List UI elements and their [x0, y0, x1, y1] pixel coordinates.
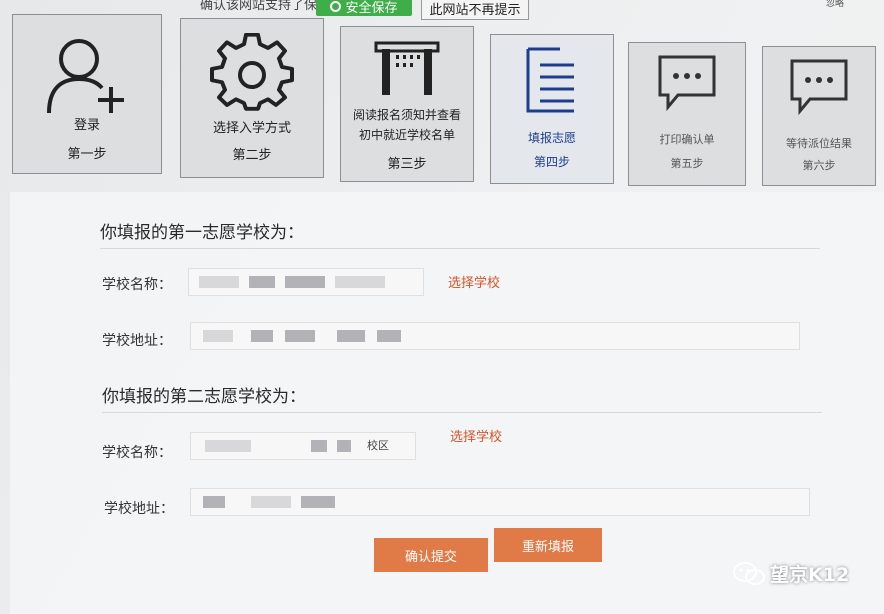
document-list-icon: [526, 47, 574, 113]
safe-save-button[interactable]: 安全保存: [316, 0, 412, 16]
second-select-school-link[interactable]: 选择学校: [450, 426, 502, 445]
refill-button[interactable]: 重新填报: [494, 528, 602, 562]
redacted-text: [337, 440, 351, 452]
second-choice-title: 你填报的第二志愿学校为：: [102, 387, 306, 407]
redacted-text: [311, 440, 327, 452]
building-icon: [374, 41, 440, 95]
step-choose-method[interactable]: 选择入学方式 第二步: [180, 18, 324, 178]
key-icon: [330, 0, 342, 12]
divider: [100, 248, 820, 249]
choice-form: 你填报的第一志愿学校为： 学校名称： 选择学校 学校地址： 你填报的第二志愿学校…: [10, 192, 884, 614]
redacted-text: [199, 276, 239, 288]
step-read-notice[interactable]: 阅读报名须知并查看 初中就近学校名单 第三步: [340, 26, 474, 182]
redacted-text: [251, 496, 291, 508]
second-school-name-label: 学校名称：: [102, 445, 172, 461]
step-wait-result[interactable]: 等待派位结果 第六步: [762, 46, 876, 186]
ignore-link[interactable]: 忽略: [826, 0, 844, 9]
step-fill-choices[interactable]: 填报志愿 第四步: [490, 34, 614, 184]
redacted-text: [377, 330, 401, 342]
second-school-address-field[interactable]: [190, 488, 810, 516]
dont-remind-button[interactable]: 此网站不再提示: [421, 0, 529, 20]
redacted-text: [251, 330, 273, 342]
step-label-line1: 阅读报名须知并查看: [352, 108, 461, 122]
step-number: 第四步: [533, 155, 570, 169]
step-number: 第五步: [670, 157, 704, 170]
screen: 确认该网站支持了保存设置) 安全保存 此网站不再提示 忽略 登录 第一步 选择入…: [0, 0, 884, 614]
redacted-text: [301, 496, 335, 508]
gear-icon: [210, 33, 294, 111]
watermark-text: 望京K12: [770, 564, 850, 586]
first-school-address-label: 学校地址：: [102, 333, 172, 349]
confirm-submit-button[interactable]: 确认提交: [374, 538, 488, 572]
step-print-confirmation[interactable]: 打印确认单 第五步: [628, 42, 746, 186]
divider: [102, 412, 822, 413]
redacted-text: [205, 440, 251, 452]
user-add-icon: [47, 39, 124, 114]
redacted-text: [249, 276, 275, 288]
first-school-name-field[interactable]: [188, 268, 424, 296]
wechat-icon: [733, 561, 765, 585]
step-label: 登录: [73, 118, 100, 133]
step-number: 第一步: [67, 147, 107, 162]
step-label-line2: 初中就近学校名单: [358, 128, 455, 142]
first-school-address-field[interactable]: [190, 322, 800, 350]
step-label: 等待派位结果: [786, 137, 852, 150]
redacted-text: [285, 330, 315, 342]
redacted-text: [285, 276, 325, 288]
step-label: 选择入学方式: [212, 121, 291, 136]
safe-save-label: 安全保存: [345, 0, 398, 16]
chat-bubble-icon: [658, 55, 716, 111]
step-number: 第三步: [387, 157, 427, 172]
first-school-name-label: 学校名称：: [102, 277, 172, 293]
step-number: 第六步: [802, 159, 836, 172]
chat-bubble-icon: [790, 59, 848, 115]
step-number: 第二步: [232, 148, 272, 163]
redacted-text: [335, 276, 385, 288]
step-label: 阅读报名须知并查看 初中就近学校名单: [341, 105, 473, 145]
step-label: 打印确认单: [659, 133, 715, 146]
watermark: 望京K12: [732, 560, 849, 587]
second-school-name-field[interactable]: 校区: [190, 432, 416, 460]
step-label: 填报志愿: [527, 131, 576, 145]
first-select-school-link[interactable]: 选择学校: [448, 272, 500, 291]
step-login[interactable]: 登录 第一步: [12, 14, 162, 174]
redacted-text: [203, 330, 233, 342]
second-school-address-label: 学校地址：: [104, 501, 174, 517]
second-school-name-value: 校区: [367, 439, 389, 452]
redacted-text: [203, 496, 225, 508]
first-choice-title: 你填报的第一志愿学校为：: [100, 223, 304, 243]
redacted-text: [337, 330, 365, 342]
